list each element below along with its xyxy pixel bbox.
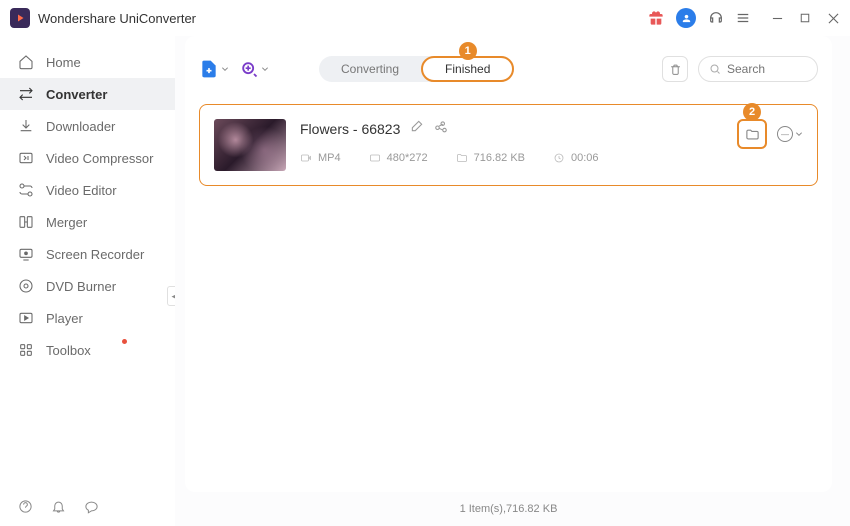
sidebar-item-editor[interactable]: Video Editor xyxy=(0,174,175,206)
home-icon xyxy=(18,54,34,70)
more-actions-button[interactable]: — xyxy=(777,126,803,142)
folder-icon xyxy=(456,152,468,164)
help-icon[interactable] xyxy=(18,499,33,514)
sidebar-item-downloader[interactable]: Downloader xyxy=(0,110,175,142)
compressor-icon xyxy=(18,150,34,166)
sidebar-item-label: Toolbox xyxy=(46,343,91,358)
meta-duration: 00:06 xyxy=(553,152,599,164)
open-folder-button[interactable]: 2 xyxy=(737,119,767,149)
meta-size: 716.82 KB xyxy=(456,152,525,164)
sidebar-item-home[interactable]: Home xyxy=(0,46,175,78)
sidebar-item-compressor[interactable]: Video Compressor xyxy=(0,142,175,174)
notification-icon[interactable] xyxy=(51,499,66,514)
search-box[interactable] xyxy=(698,56,818,82)
add-url-button[interactable] xyxy=(239,59,269,79)
download-icon xyxy=(18,118,34,134)
file-card: Flowers - 66823 MP4 480*272 xyxy=(199,104,818,186)
titlebar: Wondershare UniConverter xyxy=(0,0,850,36)
editor-icon xyxy=(18,182,34,198)
status-bar: 1 Item(s),716.82 KB xyxy=(185,492,832,526)
callout-badge: 1 xyxy=(459,42,477,60)
sidebar-item-player[interactable]: Player xyxy=(0,302,175,334)
meta-format: MP4 xyxy=(300,152,341,164)
sidebar-item-recorder[interactable]: Screen Recorder xyxy=(0,238,175,270)
sidebar-item-label: Player xyxy=(46,311,83,326)
tab-label: Converting xyxy=(341,62,399,76)
tab-converting[interactable]: Converting xyxy=(319,56,421,82)
minimize-button[interactable] xyxy=(770,11,784,25)
share-icon[interactable] xyxy=(434,119,448,138)
toolbox-icon xyxy=(18,342,34,358)
user-avatar[interactable] xyxy=(676,8,696,28)
sidebar-item-label: Downloader xyxy=(46,119,115,134)
feedback-icon[interactable] xyxy=(84,499,99,514)
support-icon[interactable] xyxy=(708,10,724,26)
tab-bar: Converting 1 Finished xyxy=(319,56,514,82)
maximize-button[interactable] xyxy=(798,11,812,25)
tab-finished[interactable]: 1 Finished xyxy=(421,56,514,82)
add-file-button[interactable] xyxy=(199,59,229,79)
sidebar-item-toolbox[interactable]: Toolbox xyxy=(0,334,175,366)
clock-icon xyxy=(553,152,565,164)
notification-dot xyxy=(122,339,127,344)
gift-icon[interactable] xyxy=(648,10,664,26)
search-input[interactable] xyxy=(727,62,807,76)
merger-icon xyxy=(18,214,34,230)
sidebar-item-converter[interactable]: Converter xyxy=(0,78,175,110)
sidebar-item-label: Video Editor xyxy=(46,183,117,198)
file-title: Flowers - 66823 xyxy=(300,121,400,137)
player-icon xyxy=(18,310,34,326)
converter-icon xyxy=(18,86,34,102)
sidebar-item-label: Video Compressor xyxy=(46,151,153,166)
sidebar-item-merger[interactable]: Merger xyxy=(0,206,175,238)
sidebar-item-label: Converter xyxy=(46,87,107,102)
sidebar: Home Converter Downloader Video Compress… xyxy=(0,36,175,526)
clear-list-button[interactable] xyxy=(662,56,688,82)
close-button[interactable] xyxy=(826,11,840,25)
tab-label: Finished xyxy=(445,62,490,76)
search-icon xyxy=(709,63,721,75)
toolbar: Converting 1 Finished xyxy=(199,48,818,90)
app-logo xyxy=(10,8,30,28)
video-thumbnail[interactable] xyxy=(214,119,286,171)
menu-icon[interactable] xyxy=(736,11,750,25)
video-icon xyxy=(300,152,312,164)
sidebar-item-label: Screen Recorder xyxy=(46,247,144,262)
callout-badge: 2 xyxy=(743,103,761,121)
sidebar-item-label: Home xyxy=(46,55,81,70)
sidebar-item-dvd[interactable]: DVD Burner xyxy=(0,270,175,302)
rename-icon[interactable] xyxy=(410,119,424,138)
app-title: Wondershare UniConverter xyxy=(38,11,196,26)
dvd-icon xyxy=(18,278,34,294)
sidebar-item-label: DVD Burner xyxy=(46,279,116,294)
resolution-icon xyxy=(369,152,381,164)
sidebar-item-label: Merger xyxy=(46,215,87,230)
status-summary: 1 Item(s),716.82 KB xyxy=(460,503,558,515)
recorder-icon xyxy=(18,246,34,262)
meta-resolution: 480*272 xyxy=(369,152,428,164)
